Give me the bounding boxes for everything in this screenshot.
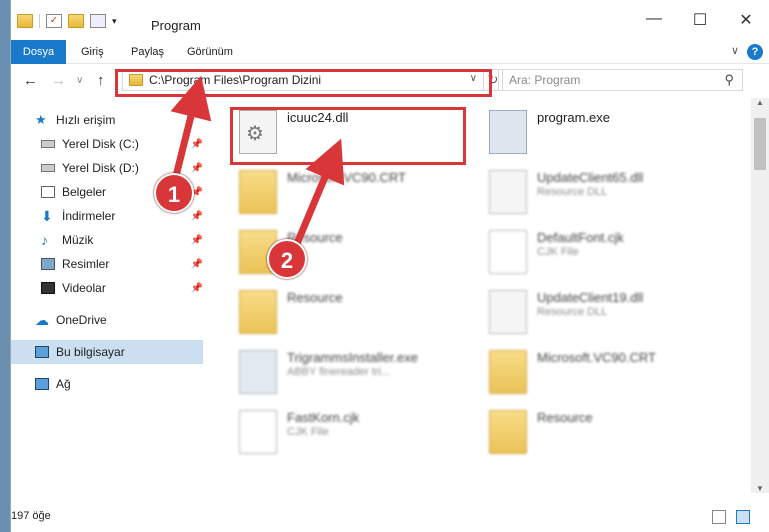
large-icons-view-icon[interactable]	[736, 510, 750, 524]
status-bar: 197 öğe	[11, 502, 769, 532]
step-marker-1: 1	[154, 173, 194, 213]
arrow-to-file	[289, 138, 345, 255]
details-view-icon[interactable]	[712, 510, 726, 524]
item-count: 197 öğe	[11, 510, 51, 522]
vertical-scrollbar[interactable]: ▲ ▼	[751, 98, 769, 493]
step-marker-2: 2	[267, 239, 307, 279]
explorer-window: ✓ ▾ Program — ☐ ✕ Dosya Giriş Paylaş Gör…	[10, 0, 769, 532]
annotation-arrows	[169, 75, 345, 255]
scroll-up-icon[interactable]: ▲	[751, 98, 769, 107]
scrollbar-thumb[interactable]	[754, 118, 766, 170]
scroll-down-icon[interactable]: ▼	[751, 484, 769, 493]
